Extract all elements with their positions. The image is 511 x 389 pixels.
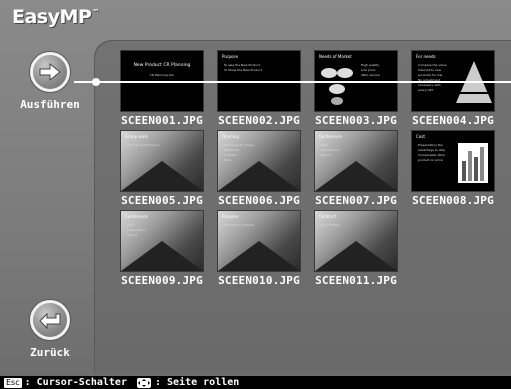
slide-bullet: Report xyxy=(321,153,331,157)
slide-title: Purpose xyxy=(222,214,239,219)
slide-title: Group work xyxy=(125,134,149,139)
return-arrow-icon xyxy=(30,300,70,340)
slide-text: CR Planning Ltd. xyxy=(149,73,175,77)
slide-bullet: Price xyxy=(321,143,329,147)
thumbnail-filename: SCEEN005.JPG xyxy=(121,194,203,207)
back-button[interactable]: Zurück xyxy=(10,300,90,359)
slide-decoration xyxy=(315,161,397,191)
slide-decoration xyxy=(218,161,300,191)
slide-bullet: To sale the New Product xyxy=(224,63,260,67)
thumbnail-filename: SCEEN004.JPG xyxy=(412,114,494,127)
slide-decoration xyxy=(315,241,397,271)
slide-thumbnail[interactable]: Opening Exchange for group Reference Purpos… xyxy=(218,131,300,191)
selection-pointer-line xyxy=(74,81,511,83)
slide-title: Conference xyxy=(125,214,148,219)
slide-bullet: To Show the New Product xyxy=(224,68,262,72)
slide-title: Purpose xyxy=(222,54,239,59)
slide-bullet: Purpose xyxy=(224,153,237,157)
esc-key-icon: Esc xyxy=(4,377,22,388)
slide-bullet: Reference xyxy=(224,148,240,152)
scroll-hint: : Seite rollen xyxy=(154,377,240,388)
help-footer: Esc : Cursor-Schalter : Seite rollen xyxy=(0,376,511,389)
slide-thumbnail[interactable]: Conference Price Presentation Report xyxy=(315,131,397,191)
thumbnail-filename: SCEEN003.JPG xyxy=(315,114,397,127)
thumbnail-filename: SCEEN008.JPG xyxy=(412,194,494,207)
four-way-nav-icon xyxy=(136,377,151,388)
slide-bullet: Report xyxy=(127,233,137,237)
slide-bullet: Exchange for group xyxy=(224,143,254,147)
thumbnail-filename: SCEEN001.JPG xyxy=(121,114,203,127)
thumbnail-filename: SCEEN007.JPG xyxy=(315,194,397,207)
slide-diagram xyxy=(458,143,488,183)
slide-decoration xyxy=(121,161,203,191)
slide-bullet: Price xyxy=(127,223,135,227)
slide-title: Opening xyxy=(222,134,239,139)
slide-title: Contract xyxy=(319,214,337,219)
easymp-logo: EasyMP™ xyxy=(12,6,99,28)
esc-hint: : Cursor-Schalter xyxy=(24,377,127,388)
slide-thumbnail[interactable]: Cost Presentation the advantage to ship Com… xyxy=(412,131,494,191)
slide-bullet: Thinking for Chance xyxy=(224,223,255,227)
slide-bullet: Presentation xyxy=(127,228,146,232)
slide-decoration xyxy=(218,241,300,271)
thumbnail-filename: SCEEN010.JPG xyxy=(218,274,300,287)
slide-thumbnail[interactable]: Purpose Thinking for Chance xyxy=(218,211,300,271)
thumbnail-filename: SCEEN002.JPG xyxy=(218,114,300,127)
arrow-right-icon xyxy=(30,52,70,92)
execute-label: Ausführen xyxy=(20,98,80,111)
selection-pointer-dot xyxy=(92,78,100,86)
thumbnail-filename: SCEEN011.JPG xyxy=(315,274,397,287)
slide-bullet: For high performance xyxy=(127,143,160,147)
slide-decoration xyxy=(121,241,203,271)
thumbnail-filename: SCEEN009.JPG xyxy=(121,274,203,287)
slide-thumbnail[interactable]: Group work For high performance xyxy=(121,131,203,191)
slide-title: New Product CR Planning xyxy=(133,63,191,68)
slide-bullet: Good Ending xyxy=(321,223,341,227)
easymp-screen: EasyMP™ Ausführen New Product CR Plannin… xyxy=(0,0,511,389)
back-label: Zurück xyxy=(30,346,70,359)
slide-thumbnail[interactable]: Contract Good Ending xyxy=(315,211,397,271)
slide-title: Conference xyxy=(319,134,342,139)
slide-bullet: Presentation xyxy=(321,148,340,152)
slide-thumbnail[interactable]: Conference Price Presentation Report xyxy=(121,211,203,271)
thumbnail-filename: SCEEN006.JPG xyxy=(218,194,300,207)
